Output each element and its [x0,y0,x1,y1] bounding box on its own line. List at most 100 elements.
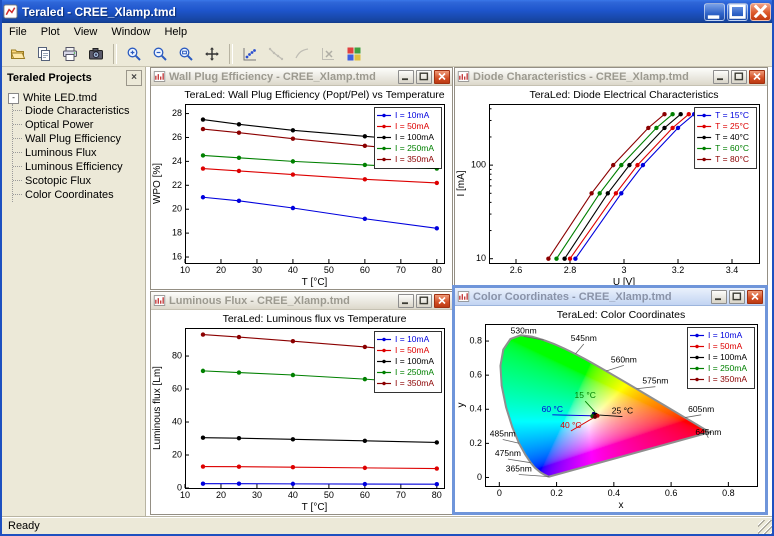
luminous-flux-titlebar[interactable]: Luminous Flux - CREE_Xlamp.tmd [151,292,452,310]
luminous-flux-window: Luminous Flux - CREE_Xlamp.tmd [150,291,453,515]
spline-plot-button [289,42,315,66]
zoom-reset-button[interactable] [173,42,199,66]
app-titlebar[interactable]: Teraled - CREE_Xlamp.tmd [0,0,774,23]
diode-characteristics-close-button[interactable] [749,70,765,84]
tree-item-wall-plug-efficiency[interactable]: Wall Plug Efficiency [13,132,143,146]
tree-item-scotopic-flux[interactable]: Scotopic Flux [13,174,143,188]
chart-window-icon [457,70,470,83]
menu-window[interactable]: Window [104,24,157,40]
wall-plug-efficiency-content [151,86,452,289]
copy-icon [36,46,52,62]
luminous-flux-close-button[interactable] [434,294,450,308]
menu-help[interactable]: Help [157,24,194,40]
window-controls [713,70,765,84]
projects-panel-header: Teraled Projects × [2,67,145,89]
remove-plot-button [315,42,341,66]
tree-item-color-coordinates[interactable]: Color Coordinates [13,188,143,202]
pan-icon [204,46,220,62]
luminous-flux-maximize-button[interactable] [416,294,432,308]
toolbar-separator [113,44,117,64]
tree-children: Diode CharacteristicsOptical PowerWall P… [12,104,143,202]
palette-icon [346,46,362,62]
status-bar: Ready [2,517,772,534]
zoom-out-button[interactable] [147,42,173,66]
wall-plug-efficiency-chart[interactable] [151,86,452,289]
color-coordinates-chart[interactable] [455,306,765,512]
tree-expander-icon[interactable]: - [8,93,19,104]
diode-characteristics-chart[interactable] [455,86,767,289]
diode-characteristics-minimize-button[interactable] [713,70,729,84]
color-coordinates-close-button[interactable] [747,290,763,304]
window-title: Teraled - CREE_Xlamp.tmd [22,5,702,19]
tree-item-optical-power[interactable]: Optical Power [13,118,143,132]
minimize-button[interactable] [704,3,725,21]
chart-x-icon [320,46,336,62]
line-flat-icon [294,46,310,62]
color-coordinates-maximize-button[interactable] [729,290,745,304]
color-coordinates-titlebar[interactable]: Color Coordinates - CREE_Xlamp.tmd [455,288,765,306]
luminous-flux-title: Luminous Flux - CREE_Xlamp.tmd [169,295,398,307]
chart-window-icon [457,290,470,303]
luminous-flux-minimize-button[interactable] [398,294,414,308]
tree-item-luminous-efficiency[interactable]: Luminous Efficiency [13,160,143,174]
menu-view[interactable]: View [67,24,105,40]
maximize-button[interactable] [727,3,748,21]
window-controls [711,290,763,304]
zoom-fit-icon [178,46,194,62]
chart-window-icon [153,70,166,83]
line-plot-button [263,42,289,66]
menu-file[interactable]: File [2,24,34,40]
app-icon [3,4,18,19]
chart-window-icon [153,294,166,307]
projects-panel-title: Teraled Projects [7,72,126,84]
diode-characteristics-window: Diode Characteristics - CREE_Xlamp.tmd [454,67,768,290]
toolbar-separator [229,44,233,64]
diode-characteristics-title: Diode Characteristics - CREE_Xlamp.tmd [473,71,713,83]
scatter-icon [242,46,258,62]
snapshot-button[interactable] [83,42,109,66]
color-coordinates-title: Color Coordinates - CREE_Xlamp.tmd [473,291,711,303]
print-icon [62,46,78,62]
panel-close-button[interactable]: × [126,70,142,86]
window-controls [398,294,450,308]
tree-item-diode-characteristics[interactable]: Diode Characteristics [13,104,143,118]
diode-characteristics-titlebar[interactable]: Diode Characteristics - CREE_Xlamp.tmd [455,68,767,86]
window-controls [398,70,450,84]
pan-button[interactable] [199,42,225,66]
luminous-flux-chart[interactable] [151,310,452,514]
color-coordinates-content [455,306,765,512]
wall-plug-efficiency-minimize-button[interactable] [398,70,414,84]
project-tree: -White LED.tmdDiode CharacteristicsOptic… [2,89,145,204]
close-button[interactable] [750,3,771,21]
zoom-in-button[interactable] [121,42,147,66]
luminous-flux-content [151,310,452,514]
diode-characteristics-maximize-button[interactable] [731,70,747,84]
wall-plug-efficiency-close-button[interactable] [434,70,450,84]
wall-plug-efficiency-window: Wall Plug Efficiency - CREE_Xlamp.tmd [150,67,453,290]
wall-plug-efficiency-maximize-button[interactable] [416,70,432,84]
wall-plug-efficiency-title: Wall Plug Efficiency - CREE_Xlamp.tmd [169,71,398,83]
line-down-icon [268,46,284,62]
resize-grip[interactable] [758,520,772,534]
diode-characteristics-content [455,86,767,289]
open-button[interactable] [5,42,31,66]
open-icon [10,46,26,62]
scatter-plot-button[interactable] [237,42,263,66]
palette-button[interactable] [341,42,367,66]
wall-plug-efficiency-titlebar[interactable]: Wall Plug Efficiency - CREE_Xlamp.tmd [151,68,452,86]
tree-root-label: White LED.tmd [23,92,97,104]
menu-plot[interactable]: Plot [34,24,67,40]
copy-button[interactable] [31,42,57,66]
projects-panel: Teraled Projects × -White LED.tmdDiode C… [2,67,146,517]
tree-root-white-led-tmd[interactable]: -White LED.tmd [8,92,143,104]
mdi-workspace: Wall Plug Efficiency - CREE_Xlamp.tmd Dio… [146,67,772,517]
status-text: Ready [8,520,40,532]
print-button[interactable] [57,42,83,66]
zoom-out-icon [152,46,168,62]
menu-bar: FilePlotViewWindowHelp [2,23,772,41]
camera-icon [88,46,104,62]
toolbar [2,41,772,67]
tree-item-luminous-flux[interactable]: Luminous Flux [13,146,143,160]
color-coordinates-minimize-button[interactable] [711,290,727,304]
zoom-in-icon [126,46,142,62]
